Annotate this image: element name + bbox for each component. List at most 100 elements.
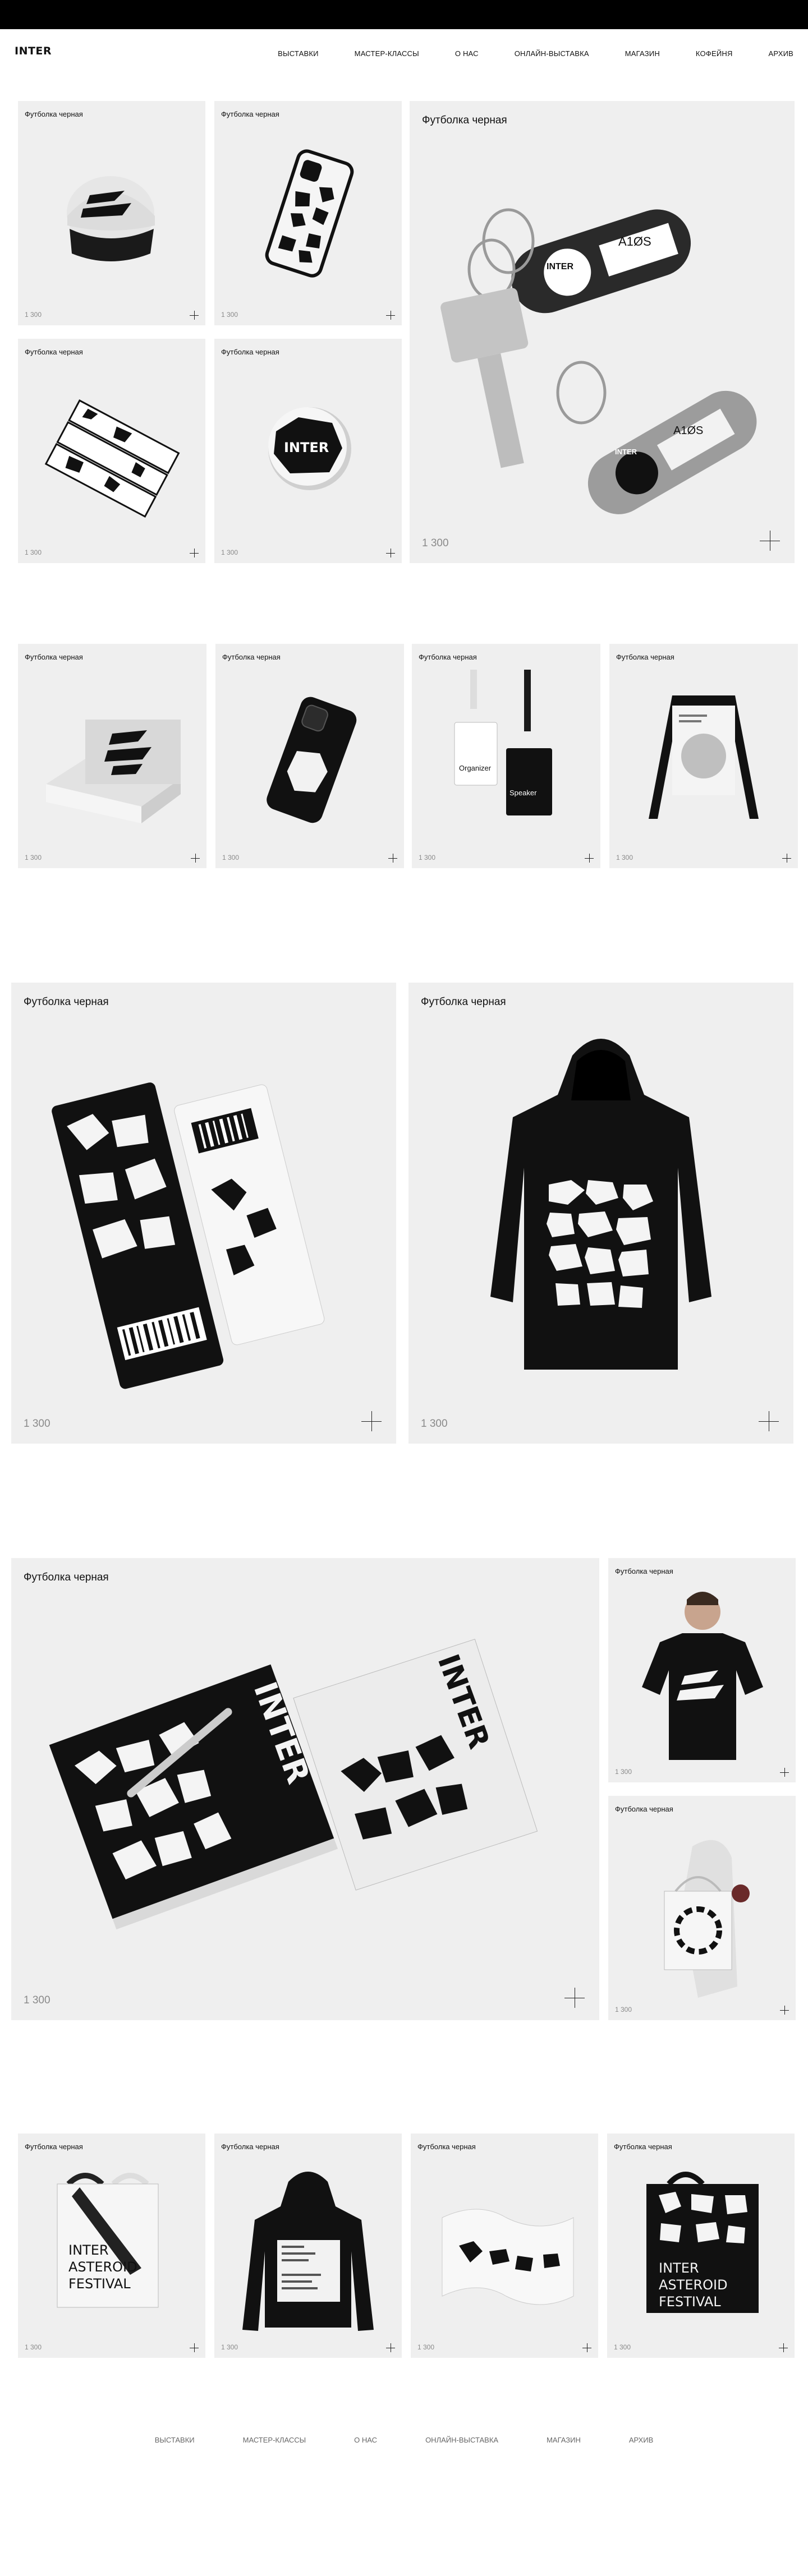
- product-card-tote-black[interactable]: INTER ASTEROID FESTIVAL Футболка черная …: [607, 2133, 795, 2358]
- top-black-bar: [0, 0, 808, 29]
- add-to-cart-icon[interactable]: [564, 1988, 585, 2008]
- product-title: Футболка черная: [616, 653, 674, 661]
- product-card-cap[interactable]: Футболка черная 1 300: [18, 101, 205, 325]
- hoodie-image: [490, 1039, 711, 1370]
- product-price: 1 300: [417, 2343, 435, 2351]
- product-card-notebooks[interactable]: INTER INTER Футболка черная 1 300: [11, 1558, 599, 2020]
- tote-person-image: [664, 1840, 750, 1998]
- product-price: 1 300: [24, 1418, 50, 1430]
- add-to-cart-icon[interactable]: [585, 854, 594, 863]
- tickets-image: [52, 1082, 325, 1389]
- product-card-phone-case-2[interactable]: Футболка черная 1 300: [215, 644, 404, 868]
- tote-black-text-line3: FESTIVAL: [659, 2294, 721, 2310]
- product-price: 1 300: [422, 537, 449, 549]
- nav-masterclasses[interactable]: МАСТЕР-КЛАССЫ: [355, 49, 419, 58]
- add-to-cart-icon[interactable]: [191, 854, 200, 863]
- product-card-stand[interactable]: Футболка черная 1 300: [609, 644, 798, 868]
- add-to-cart-icon[interactable]: [759, 1411, 779, 1431]
- product-title: Футболка черная: [614, 2142, 672, 2151]
- add-to-cart-icon[interactable]: [780, 1768, 789, 1777]
- product-card-cards[interactable]: Футболка черная 1 300: [18, 339, 205, 563]
- logo[interactable]: INTER: [15, 45, 52, 57]
- product-price: 1 300: [222, 854, 240, 861]
- product-title: Футболка черная: [221, 110, 279, 118]
- footer-shop[interactable]: МАГАЗИН: [547, 2436, 581, 2444]
- product-title: Футболка черная: [25, 2142, 83, 2151]
- footer-masterclasses[interactable]: МАСТЕР-КЛАССЫ: [243, 2436, 306, 2444]
- product-card-tote-white[interactable]: INTER ASTEROID FESTIVAL Футболка черная …: [18, 2133, 205, 2358]
- product-title: Футболка черная: [421, 996, 506, 1008]
- add-to-cart-icon[interactable]: [760, 531, 780, 551]
- add-to-cart-icon[interactable]: [190, 2343, 199, 2352]
- product-title: Футболка черная: [417, 2142, 476, 2151]
- product-price: 1 300: [421, 1418, 448, 1430]
- footer-archive[interactable]: АРХИВ: [629, 2436, 653, 2444]
- product-price: 1 300: [221, 311, 238, 319]
- product-card-lanyards[interactable]: Organizer Speaker Футболка черная 1 300: [412, 644, 600, 868]
- box-image: [46, 720, 181, 823]
- nav-online-exhibition[interactable]: ОНЛАЙН-ВЫСТАВКА: [515, 49, 589, 58]
- product-title: Футболка черная: [422, 114, 507, 126]
- product-price: 1 300: [615, 2006, 632, 2013]
- main-nav: ВЫСТАВКИ МАСТЕР-КЛАССЫ О НАС ОНЛАЙН-ВЫСТ…: [278, 49, 793, 58]
- phone-case-2-image: [267, 697, 357, 823]
- flag-image: [442, 2209, 574, 2305]
- keychain2-logo-text: INTER: [615, 448, 637, 456]
- nav-shop[interactable]: МАГАЗИН: [625, 49, 660, 58]
- tote-text-line1: INTER: [68, 2242, 109, 2258]
- product-price: 1 300: [25, 311, 42, 319]
- product-price: 1 300: [614, 2343, 631, 2351]
- footer-nav: ВЫСТАВКИ МАСТЕР-КЛАССЫ О НАС ОНЛАЙН-ВЫСТ…: [0, 2436, 808, 2444]
- add-to-cart-icon[interactable]: [780, 2006, 789, 2015]
- product-price: 1 300: [24, 1994, 50, 2006]
- product-card-tote-person[interactable]: Футболка черная 1 300: [608, 1796, 796, 2020]
- add-to-cart-icon[interactable]: [190, 549, 199, 557]
- hoodie-back-image: [242, 2172, 374, 2331]
- product-card-flag[interactable]: Футболка черная 1 300: [411, 2133, 598, 2358]
- add-to-cart-icon[interactable]: [388, 854, 397, 863]
- product-card-tshirt[interactable]: Футболка черная 1 300: [608, 1558, 796, 1782]
- tshirt-model-image: [642, 1592, 763, 1760]
- add-to-cart-icon[interactable]: [386, 2343, 395, 2352]
- add-to-cart-icon[interactable]: [190, 311, 199, 320]
- add-to-cart-icon[interactable]: [386, 549, 395, 557]
- nav-about[interactable]: О НАС: [455, 49, 479, 58]
- product-price: 1 300: [616, 854, 633, 861]
- product-price: 1 300: [615, 1768, 632, 1776]
- add-to-cart-icon[interactable]: [779, 2343, 788, 2352]
- keychain-code-text: A1ØS: [618, 234, 651, 248]
- product-price: 1 300: [25, 549, 42, 556]
- product-card-phone-case[interactable]: Футболка черная 1 300: [214, 101, 402, 325]
- add-to-cart-icon[interactable]: [386, 311, 395, 320]
- lanyards-image: Organizer Speaker: [454, 670, 552, 815]
- product-title: Футболка черная: [24, 1572, 109, 1583]
- product-card-badge[interactable]: INTER Футболка черная 1 300: [214, 339, 402, 563]
- product-title: Футболка черная: [419, 653, 477, 661]
- tote-white-image: INTER ASTEROID FESTIVAL: [57, 2173, 159, 2308]
- product-title: Футболка черная: [222, 653, 281, 661]
- product-title: Футболка черная: [25, 110, 83, 118]
- lanyard-speaker-text: Speaker: [509, 789, 537, 797]
- tote-black-image: INTER ASTEROID FESTIVAL: [646, 2172, 759, 2313]
- product-card-tickets[interactable]: Футболка черная 1 300: [11, 983, 396, 1444]
- product-card-keychain[interactable]: INTER A1ØS INTER A1ØS Футболка черная 1 …: [410, 101, 795, 563]
- product-card-hoodie[interactable]: Футболка черная 1 300: [408, 983, 793, 1444]
- product-card-box[interactable]: Футболка черная 1 300: [18, 644, 206, 868]
- nav-archive[interactable]: АРХИВ: [769, 49, 793, 58]
- keychain2-code-text: A1ØS: [673, 425, 703, 437]
- cap-image: [67, 176, 155, 261]
- add-to-cart-icon[interactable]: [582, 2343, 591, 2352]
- product-title: Футболка черная: [221, 348, 279, 356]
- nav-coffee[interactable]: КОФЕЙНЯ: [696, 49, 733, 58]
- nav-exhibitions[interactable]: ВЫСТАВКИ: [278, 49, 319, 58]
- product-price: 1 300: [419, 854, 436, 861]
- add-to-cart-icon[interactable]: [361, 1411, 382, 1431]
- footer-online-exhibition[interactable]: ОНЛАЙН-ВЫСТАВКА: [425, 2436, 498, 2444]
- tote-text-line2: ASTEROID: [68, 2259, 137, 2275]
- footer-about[interactable]: О НАС: [354, 2436, 377, 2444]
- cards-image: [44, 399, 180, 518]
- product-card-hoodie-back[interactable]: Футболка черная 1 300: [214, 2133, 402, 2358]
- badge-image: INTER: [268, 407, 351, 490]
- add-to-cart-icon[interactable]: [782, 854, 791, 863]
- footer-exhibitions[interactable]: ВЫСТАВКИ: [155, 2436, 195, 2444]
